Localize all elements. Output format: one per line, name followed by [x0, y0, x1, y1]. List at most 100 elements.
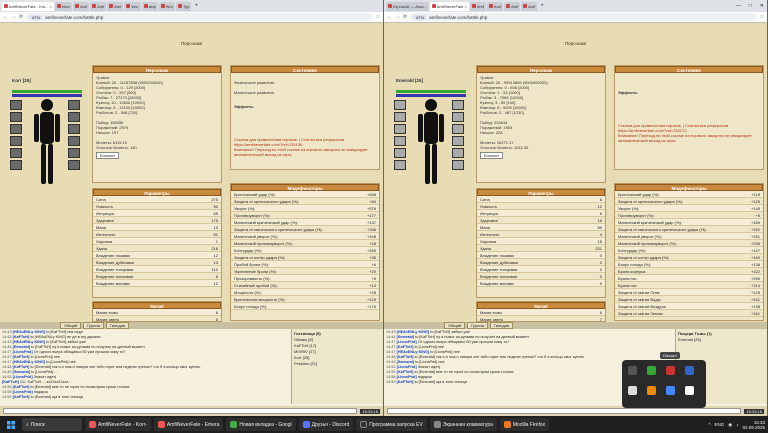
referral-text[interactable]: Ссылка для привлечения игроков. | Статис… [618, 123, 760, 143]
equip-slot[interactable] [452, 160, 464, 170]
volume-icon[interactable]: ♪ [736, 422, 738, 427]
chat-sender[interactable]: [Emerald] [13, 345, 31, 349]
chat-sender[interactable]: [KaFToH] [397, 370, 414, 374]
chat-sender[interactable]: [KaFToH] [2, 380, 19, 384]
network-icon[interactable]: ◉ [728, 422, 732, 428]
equip-slot[interactable] [452, 136, 464, 146]
tab-1[interactable]: New [54, 1, 72, 11]
chat-sender[interactable]: [LionsPrid] [13, 350, 33, 354]
system-clock[interactable]: 15:33 02.09.2025 [742, 420, 765, 430]
equip-slot[interactable] [68, 112, 80, 122]
zoom-badge[interactable]: 67% [414, 14, 427, 20]
tab-1[interactable]: AmfiNeverFate × [429, 1, 469, 11]
tab-8[interactable]: Тур [176, 1, 192, 11]
chat-sender[interactable]: [LionsPrid] [397, 365, 417, 369]
new-tab-icon[interactable]: + [538, 3, 546, 9]
chat-sender[interactable]: [HEAvENLy KING] [397, 330, 430, 334]
tray-app-icon[interactable] [685, 386, 694, 395]
close-icon[interactable]: ✕ [760, 3, 764, 9]
chat-sender[interactable]: [HEAvENLy KING] [13, 340, 46, 344]
tab-6[interactable]: мир [141, 1, 158, 11]
taskbar-app[interactable]: Экранная клавиатура [429, 418, 497, 431]
star-icon[interactable]: ☆ [376, 14, 380, 20]
tab-3[interactable]: Amf [90, 1, 107, 11]
chat-sender[interactable]: [Emerald] [397, 335, 415, 339]
tab-3[interactable]: Amf [486, 1, 504, 11]
chat-sender[interactable]: [LionsPrid] [397, 340, 417, 344]
tray-app-icon[interactable] [647, 386, 656, 395]
taskbar-app[interactable]: AmfiNeverFate - Korr- [85, 418, 151, 431]
chat-input[interactable] [3, 408, 358, 414]
forward-icon[interactable]: → [11, 14, 16, 20]
tab-0[interactable]: AmfiNeverFate - Kor... × [2, 1, 54, 11]
chat-log[interactable]: 14:43 [HEAvENLy KING] to [KaFToH] ник на… [0, 329, 290, 404]
equip-slot[interactable] [68, 100, 80, 110]
chat-sender[interactable]: [KaFToH] [13, 385, 30, 389]
zoom-badge[interactable]: 67% [30, 14, 43, 20]
equip-slot[interactable] [10, 148, 22, 158]
tab-2[interactable]: Amf [72, 1, 90, 11]
tab-general[interactable]: Общий [444, 322, 466, 329]
chat-sender[interactable]: [KaFToH] [397, 380, 414, 384]
notebook-button[interactable]: Блокнот [480, 152, 504, 159]
chat-sender[interactable]: [KaFToH] [13, 395, 30, 399]
tab-0[interactable]: Игровый — Ama... [386, 1, 429, 11]
equip-slot[interactable] [10, 112, 22, 122]
equip-slot[interactable] [68, 148, 80, 158]
forward-icon[interactable]: → [395, 14, 400, 20]
equip-slot[interactable] [394, 100, 406, 110]
reload-icon[interactable]: ⟳ [19, 14, 23, 20]
chat-sender[interactable]: [KaFToH] [13, 355, 30, 359]
chat-sender[interactable]: [Samurai] [397, 360, 415, 364]
chat-sender[interactable]: [LionsPrid] [397, 375, 417, 379]
equip-slot[interactable] [452, 148, 464, 158]
chat-sender[interactable]: [KaFToH] [13, 365, 30, 369]
taskbar-search[interactable]: ⌕ Поиск [22, 418, 82, 431]
tab-4[interactable]: Amf [107, 1, 124, 11]
chat-sender[interactable]: [HEAvENLy KING] [397, 350, 430, 354]
notebook-button[interactable]: Блокнот [96, 152, 120, 159]
user-entry[interactable]: Peskimo [21] [294, 361, 381, 367]
tray-app-icon[interactable] [628, 366, 637, 375]
tab-guild[interactable]: Гильдия [489, 322, 514, 329]
equip-slot[interactable] [68, 136, 80, 146]
close-icon[interactable]: × [465, 4, 467, 9]
back-icon[interactable]: ← [387, 14, 392, 20]
equip-slot[interactable] [68, 160, 80, 170]
equip-slot[interactable] [394, 136, 406, 146]
tab-7[interactable]: Wor [158, 1, 176, 11]
minimize-icon[interactable]: — [736, 3, 741, 9]
equip-slot[interactable] [452, 112, 464, 122]
equip-slot[interactable] [394, 160, 406, 170]
taskbar-app[interactable]: Программа запуска EV [356, 418, 427, 431]
tray-app-icon[interactable] [647, 366, 656, 375]
reload-icon[interactable]: ⟳ [403, 14, 407, 20]
star-icon[interactable]: ☆ [760, 14, 764, 20]
taskbar-app[interactable]: Mozilla Firefox [499, 418, 550, 431]
url-field[interactable]: 67% amfineverfate.com/battle.php [410, 13, 757, 21]
chat-sender[interactable]: [HEAvENLy KING] [13, 360, 46, 364]
chat-input[interactable] [387, 408, 742, 414]
tab-2[interactable]: Amf [469, 1, 486, 11]
equip-slot[interactable] [10, 100, 22, 110]
tab-5[interactable]: Amf [521, 1, 538, 11]
user-entry[interactable]: Emerald [25] [678, 337, 765, 343]
lang-indicator[interactable]: ENG [715, 422, 725, 427]
equip-slot[interactable] [10, 124, 22, 134]
chat-sender[interactable]: [LionsPrid] [13, 390, 33, 394]
maximize-icon[interactable]: □ [749, 3, 752, 9]
equip-slot[interactable] [394, 124, 406, 134]
tab-group[interactable]: Группа [467, 322, 488, 329]
taskbar-app[interactable]: AmfiNeverFate - Emera [153, 418, 224, 431]
chat-sender[interactable]: [KaFToH] [13, 335, 30, 339]
referral-text[interactable]: Ссылка для привлечения игроков. | Статис… [234, 137, 376, 157]
tab-general[interactable]: Общий [60, 322, 82, 329]
chat-sender[interactable]: [KaFToH] [397, 345, 414, 349]
equip-slot[interactable] [394, 112, 406, 122]
chat-sender[interactable]: [KaFToH] [397, 355, 414, 359]
tab-4[interactable]: Amf [504, 1, 521, 11]
equip-slot[interactable] [452, 124, 464, 134]
equip-slot[interactable] [68, 124, 80, 134]
equip-slot[interactable] [10, 136, 22, 146]
equip-slot[interactable] [394, 148, 406, 158]
